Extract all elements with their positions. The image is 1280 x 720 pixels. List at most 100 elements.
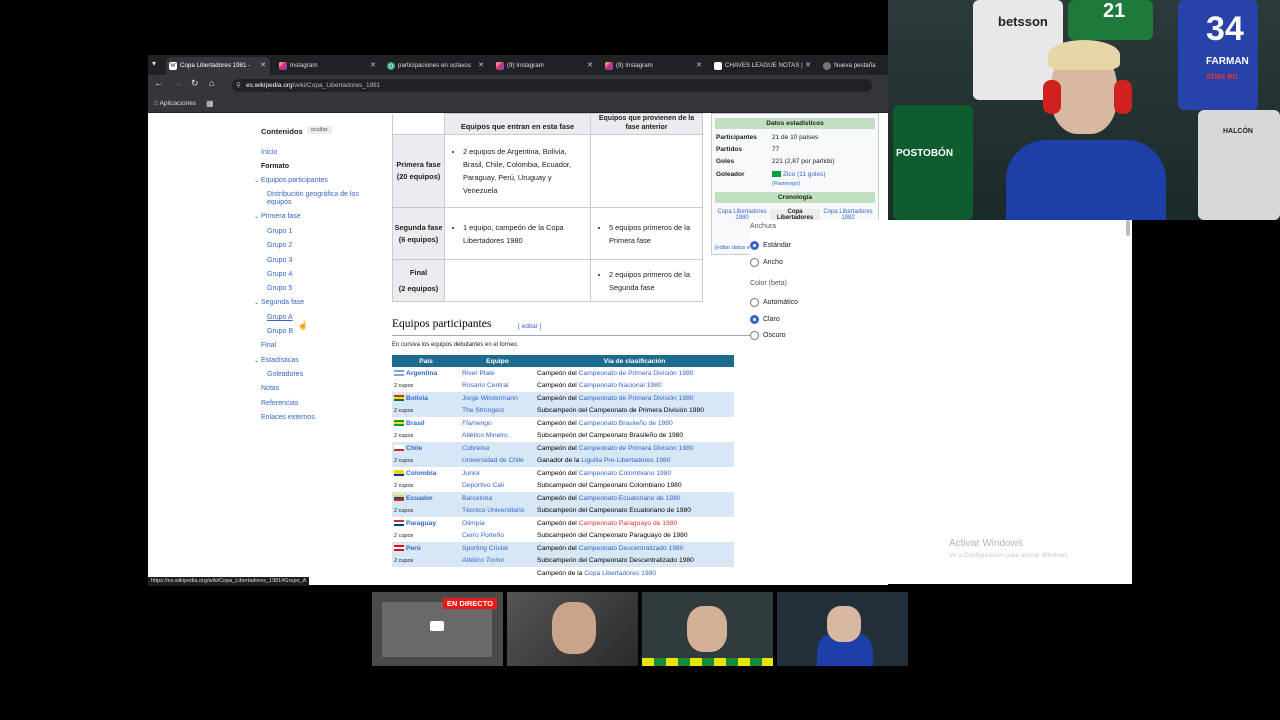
country-link[interactable]: Ecuador bbox=[406, 495, 433, 502]
stream-thumbnail-4[interactable] bbox=[777, 592, 908, 666]
color-dark-radio[interactable] bbox=[750, 331, 759, 340]
chevron-down-icon[interactable]: ⌄ bbox=[254, 177, 259, 184]
team-link[interactable]: The Strongest bbox=[462, 407, 504, 414]
team-link[interactable]: Rosario Central bbox=[462, 382, 508, 389]
toc-hide-button[interactable]: ocultar bbox=[307, 126, 332, 134]
toc-item-estadisticas[interactable]: Estadísticas bbox=[261, 357, 299, 364]
reload-icon[interactable]: ↻ bbox=[191, 78, 199, 89]
close-icon[interactable]: ✕ bbox=[260, 57, 266, 75]
via-link[interactable]: Campeonato de Primera División 1980 bbox=[579, 395, 694, 402]
via-link[interactable]: Copa Libertadores 1980 bbox=[584, 570, 656, 577]
grid-icon[interactable]: ▦ bbox=[206, 99, 214, 108]
toc-item-final[interactable]: Final bbox=[261, 342, 276, 349]
chevron-down-icon[interactable]: ⌄ bbox=[254, 299, 259, 306]
chevron-down-icon[interactable]: ⌄ bbox=[254, 213, 259, 220]
via-link[interactable]: Campeonato Descentralizado 1980 bbox=[579, 545, 684, 552]
color-light-radio[interactable] bbox=[750, 315, 759, 324]
toc-item-equipos[interactable]: Equipos participantes bbox=[261, 177, 328, 184]
country-link[interactable]: Bolivia bbox=[406, 395, 428, 402]
via-link[interactable]: Campeonato de Primera División 1980 bbox=[579, 445, 694, 452]
country-link[interactable]: Perú bbox=[406, 545, 421, 552]
team-link[interactable]: Junior bbox=[462, 470, 480, 477]
tab-instagram-2[interactable]: (9) Instagram ✕ bbox=[493, 57, 597, 75]
toc-item-enlaces[interactable]: Enlaces externos bbox=[261, 414, 315, 421]
toc-item-grupo-2[interactable]: Grupo 2 bbox=[267, 242, 292, 249]
back-arrow-icon[interactable]: ← bbox=[154, 78, 163, 88]
stream-thumbnail-2[interactable] bbox=[507, 592, 638, 666]
team-link[interactable]: River Plate bbox=[462, 370, 495, 377]
toc-item-grupo-b[interactable]: Grupo B bbox=[267, 328, 293, 335]
close-icon[interactable]: ✕ bbox=[478, 57, 484, 75]
stream-thumbnail-1[interactable]: EN DIRECTO bbox=[372, 592, 503, 666]
team-link[interactable]: Flamengo bbox=[462, 420, 492, 427]
toc-item-distribucion[interactable]: Distribución geográfica de los equipos bbox=[267, 191, 371, 207]
via-link[interactable]: Campeonato Nacional 1980 bbox=[579, 382, 662, 389]
tab-instagram[interactable]: Instagram ✕ bbox=[276, 57, 380, 75]
team-link[interactable]: Barcelona bbox=[462, 495, 492, 502]
tab-search-icon[interactable]: ▾ bbox=[152, 59, 156, 68]
country-link[interactable]: Paraguay bbox=[406, 520, 436, 527]
stream-thumbnail-3[interactable] bbox=[642, 592, 773, 666]
url-field[interactable]: ⚲ es.wikipedia.org/wiki/Copa_Libertadore… bbox=[232, 79, 872, 92]
via-link[interactable]: Liguilla Pre-Libertadores 1980 bbox=[581, 457, 670, 464]
tab-copa-libertadores[interactable]: W Copa Libertadores 1981 - ✕ bbox=[166, 57, 270, 75]
toc-item-goleadores[interactable]: Goleadores bbox=[267, 371, 303, 378]
close-icon[interactable]: ✕ bbox=[587, 57, 593, 75]
toc-item-formato[interactable]: Formato bbox=[261, 163, 289, 170]
country-link[interactable]: Argentina bbox=[406, 370, 437, 377]
team-link[interactable]: Cerro Porteño bbox=[462, 532, 504, 539]
section-edit-link[interactable]: [ editar ] bbox=[518, 323, 541, 330]
bookmark-apps[interactable]: ⁝⁝ Aplicaciones bbox=[154, 99, 196, 107]
width-wide-radio[interactable] bbox=[750, 258, 759, 267]
via-link[interactable]: Campeonato Paraguayo de 1980 bbox=[579, 520, 678, 527]
toc-item-segunda-fase[interactable]: Segunda fase bbox=[261, 299, 304, 306]
color-auto-radio[interactable] bbox=[750, 298, 759, 307]
toc-item-inicio[interactable]: Inicio bbox=[261, 149, 277, 156]
via-link[interactable]: Campeonato Ecuatoriano de 1980 bbox=[579, 495, 681, 502]
toc-item-referencias[interactable]: Referencias bbox=[261, 400, 298, 407]
tab-instagram-3[interactable]: (9) Instagram ✕ bbox=[602, 57, 706, 75]
close-icon[interactable]: ✕ bbox=[805, 57, 811, 75]
tab-participaciones[interactable]: participaciones en octavos ✕ bbox=[384, 57, 488, 75]
team-link[interactable]: Técnico Universitario bbox=[462, 507, 524, 514]
tab-new-tab[interactable]: Nueva pestaña bbox=[820, 57, 886, 75]
via-link[interactable]: Campeonato Brasileño de 1980 bbox=[579, 420, 673, 427]
cupos-text: 2 cupos bbox=[394, 408, 414, 415]
chevron-down-icon[interactable]: ⌄ bbox=[254, 357, 259, 364]
width-standard-radio[interactable] bbox=[750, 241, 759, 250]
team-link[interactable]: Olimpia bbox=[462, 520, 485, 527]
team-link[interactable]: Atlético Mineiro bbox=[462, 432, 508, 439]
team-link[interactable]: Atlético Torino bbox=[462, 557, 504, 564]
tab-chaves-league[interactable]: CHAVES LEAGUE NOTAS | ✕ bbox=[711, 57, 815, 75]
phase-cell: Final (2 equipos) bbox=[392, 259, 445, 302]
goleador-link[interactable]: Zico (11 goles) bbox=[783, 171, 826, 178]
site-info-icon[interactable]: ⚲ bbox=[236, 79, 241, 92]
via-link[interactable]: Campeonato de Primera División 1980 bbox=[579, 370, 694, 377]
toc-item-grupo-4[interactable]: Grupo 4 bbox=[267, 271, 292, 278]
via-cell: Campeón del Campeonato Paraguayo de 1980 bbox=[535, 517, 734, 530]
jersey-name-2: ATMA RD bbox=[1206, 74, 1238, 81]
toc-item-notas[interactable]: Notas bbox=[261, 385, 279, 392]
toc-item-grupo-5[interactable]: Grupo 5 bbox=[267, 285, 292, 292]
team-link[interactable]: Jorge Wilstermann bbox=[462, 395, 518, 402]
team-link[interactable]: Cobreloa bbox=[462, 445, 489, 452]
forward-arrow-icon[interactable]: → bbox=[173, 78, 182, 88]
goleador-club-link[interactable]: (Flamengo) bbox=[772, 181, 800, 187]
country-link[interactable]: Brasil bbox=[406, 420, 425, 427]
url-host: es.wikipedia.org bbox=[246, 82, 293, 89]
country-link[interactable]: Chile bbox=[406, 445, 422, 452]
scrollbar[interactable] bbox=[1126, 220, 1130, 236]
close-icon[interactable]: ✕ bbox=[370, 57, 376, 75]
country-link[interactable]: Colombia bbox=[406, 470, 436, 477]
team-link[interactable]: Deportivo Cali bbox=[462, 482, 504, 489]
toc-item-grupo-3[interactable]: Grupo 3 bbox=[267, 257, 292, 264]
toc-item-grupo-1[interactable]: Grupo 1 bbox=[267, 228, 292, 235]
via-link[interactable]: Campeonato Colombiano 1980 bbox=[579, 470, 672, 477]
team-link[interactable]: Sporting Cristal bbox=[462, 545, 508, 552]
home-icon[interactable]: ⌂ bbox=[209, 78, 214, 88]
toc-item-primera-fase[interactable]: Primera fase bbox=[261, 213, 301, 220]
via-cell: Campeón del Campeonato Nacional 1980 bbox=[535, 379, 734, 392]
team-link[interactable]: Universidad de Chile bbox=[462, 457, 524, 464]
close-icon[interactable]: ✕ bbox=[696, 57, 702, 75]
toc-item-grupo-a[interactable]: Grupo A bbox=[267, 314, 293, 321]
